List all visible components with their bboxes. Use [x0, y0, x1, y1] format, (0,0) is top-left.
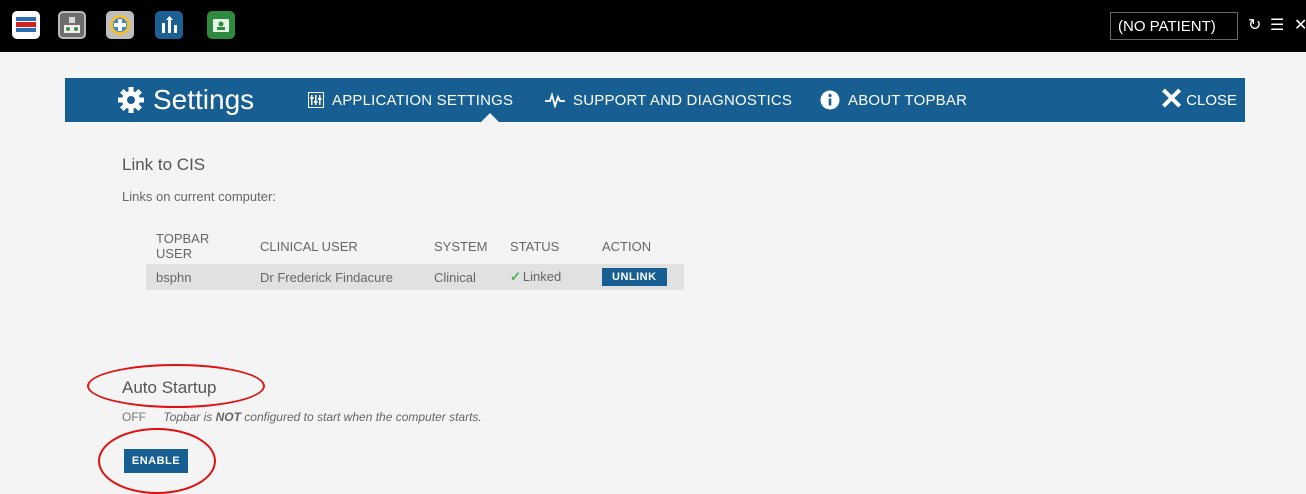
- gear-icon: [118, 87, 144, 113]
- desc-text: configured to start when the computer st…: [240, 410, 482, 424]
- pulse-icon: [545, 92, 565, 108]
- topbar-logo-icon[interactable]: [12, 11, 40, 39]
- status-text: Linked: [522, 269, 562, 284]
- settings-title: Settings: [153, 84, 255, 115]
- tab-label: ABOUT TOPBAR: [848, 91, 968, 109]
- info-icon: [820, 90, 840, 110]
- close-label: CLOSE: [1186, 91, 1237, 109]
- column-header: CLINICAL USER: [260, 238, 358, 254]
- annotation-circle-auto-startup: [87, 364, 265, 408]
- column-header: TOPBAR USER: [156, 231, 210, 261]
- tab-label: APPLICATION SETTINGS: [332, 91, 514, 109]
- settings-header: Settings APPLICATION SETTINGS SUPPORT AN…: [65, 78, 1245, 123]
- close-icon[interactable]: ✕: [1294, 12, 1306, 40]
- patient-folder-icon[interactable]: [207, 11, 235, 39]
- close-x-icon: ✕: [1159, 83, 1185, 116]
- sliders-icon: [308, 92, 324, 108]
- tab-label: SUPPORT AND DIAGNOSTICS: [573, 91, 793, 109]
- column-header: SYSTEM: [434, 238, 488, 254]
- desc-text: Topbar is: [163, 410, 216, 424]
- column-header: ACTION: [602, 238, 652, 254]
- desc-emphasis: NOT: [215, 410, 241, 424]
- auto-startup-description: Topbar is NOT configured to start when t…: [163, 410, 481, 424]
- clinical-badge-icon[interactable]: [106, 11, 134, 39]
- clinic-icon[interactable]: [58, 11, 86, 39]
- refresh-icon[interactable]: ↻: [1248, 12, 1261, 40]
- link-section-subtitle: Links on current computer:: [122, 189, 276, 204]
- table-row: bsphn Dr Frederick Findacure Clinical ✓ L…: [146, 264, 684, 290]
- action-cell: UNLINK: [592, 264, 684, 290]
- referral-arrows-icon[interactable]: [155, 11, 183, 39]
- close-settings-button[interactable]: ✕ CLOSE: [1159, 78, 1237, 122]
- column-header: STATUS: [510, 238, 560, 254]
- menu-icon[interactable]: ☰: [1270, 12, 1284, 40]
- page-title: Settings: [117, 82, 254, 118]
- status-cell: ✓ Linked: [500, 264, 592, 290]
- patient-selector[interactable]: (NO PATIENT): [1110, 12, 1238, 40]
- annotation-circle-enable: [98, 428, 216, 494]
- clinical-user-cell: Dr Frederick Findacure: [250, 264, 424, 290]
- auto-startup-status: OFF Topbar is NOT configured to start wh…: [122, 410, 482, 424]
- unlink-button[interactable]: UNLINK: [602, 268, 667, 286]
- active-tab-indicator: [480, 113, 500, 123]
- tab-about-topbar[interactable]: ABOUT TOPBAR: [820, 78, 967, 122]
- topbar: (NO PATIENT) ↻ ☰ ✕: [0, 0, 1306, 52]
- topbar-user-cell: bsphn: [146, 264, 250, 290]
- table-header-row: TOPBAR USER CLINICAL USER SYSTEM STATUS …: [146, 228, 684, 264]
- links-table: TOPBAR USER CLINICAL USER SYSTEM STATUS …: [146, 228, 684, 290]
- auto-startup-state: OFF: [122, 410, 146, 424]
- link-section-title: Link to CIS: [122, 155, 206, 174]
- tab-support-diagnostics[interactable]: SUPPORT AND DIAGNOSTICS: [545, 78, 792, 122]
- system-cell: Clinical: [424, 264, 500, 290]
- check-icon: ✓: [510, 269, 521, 284]
